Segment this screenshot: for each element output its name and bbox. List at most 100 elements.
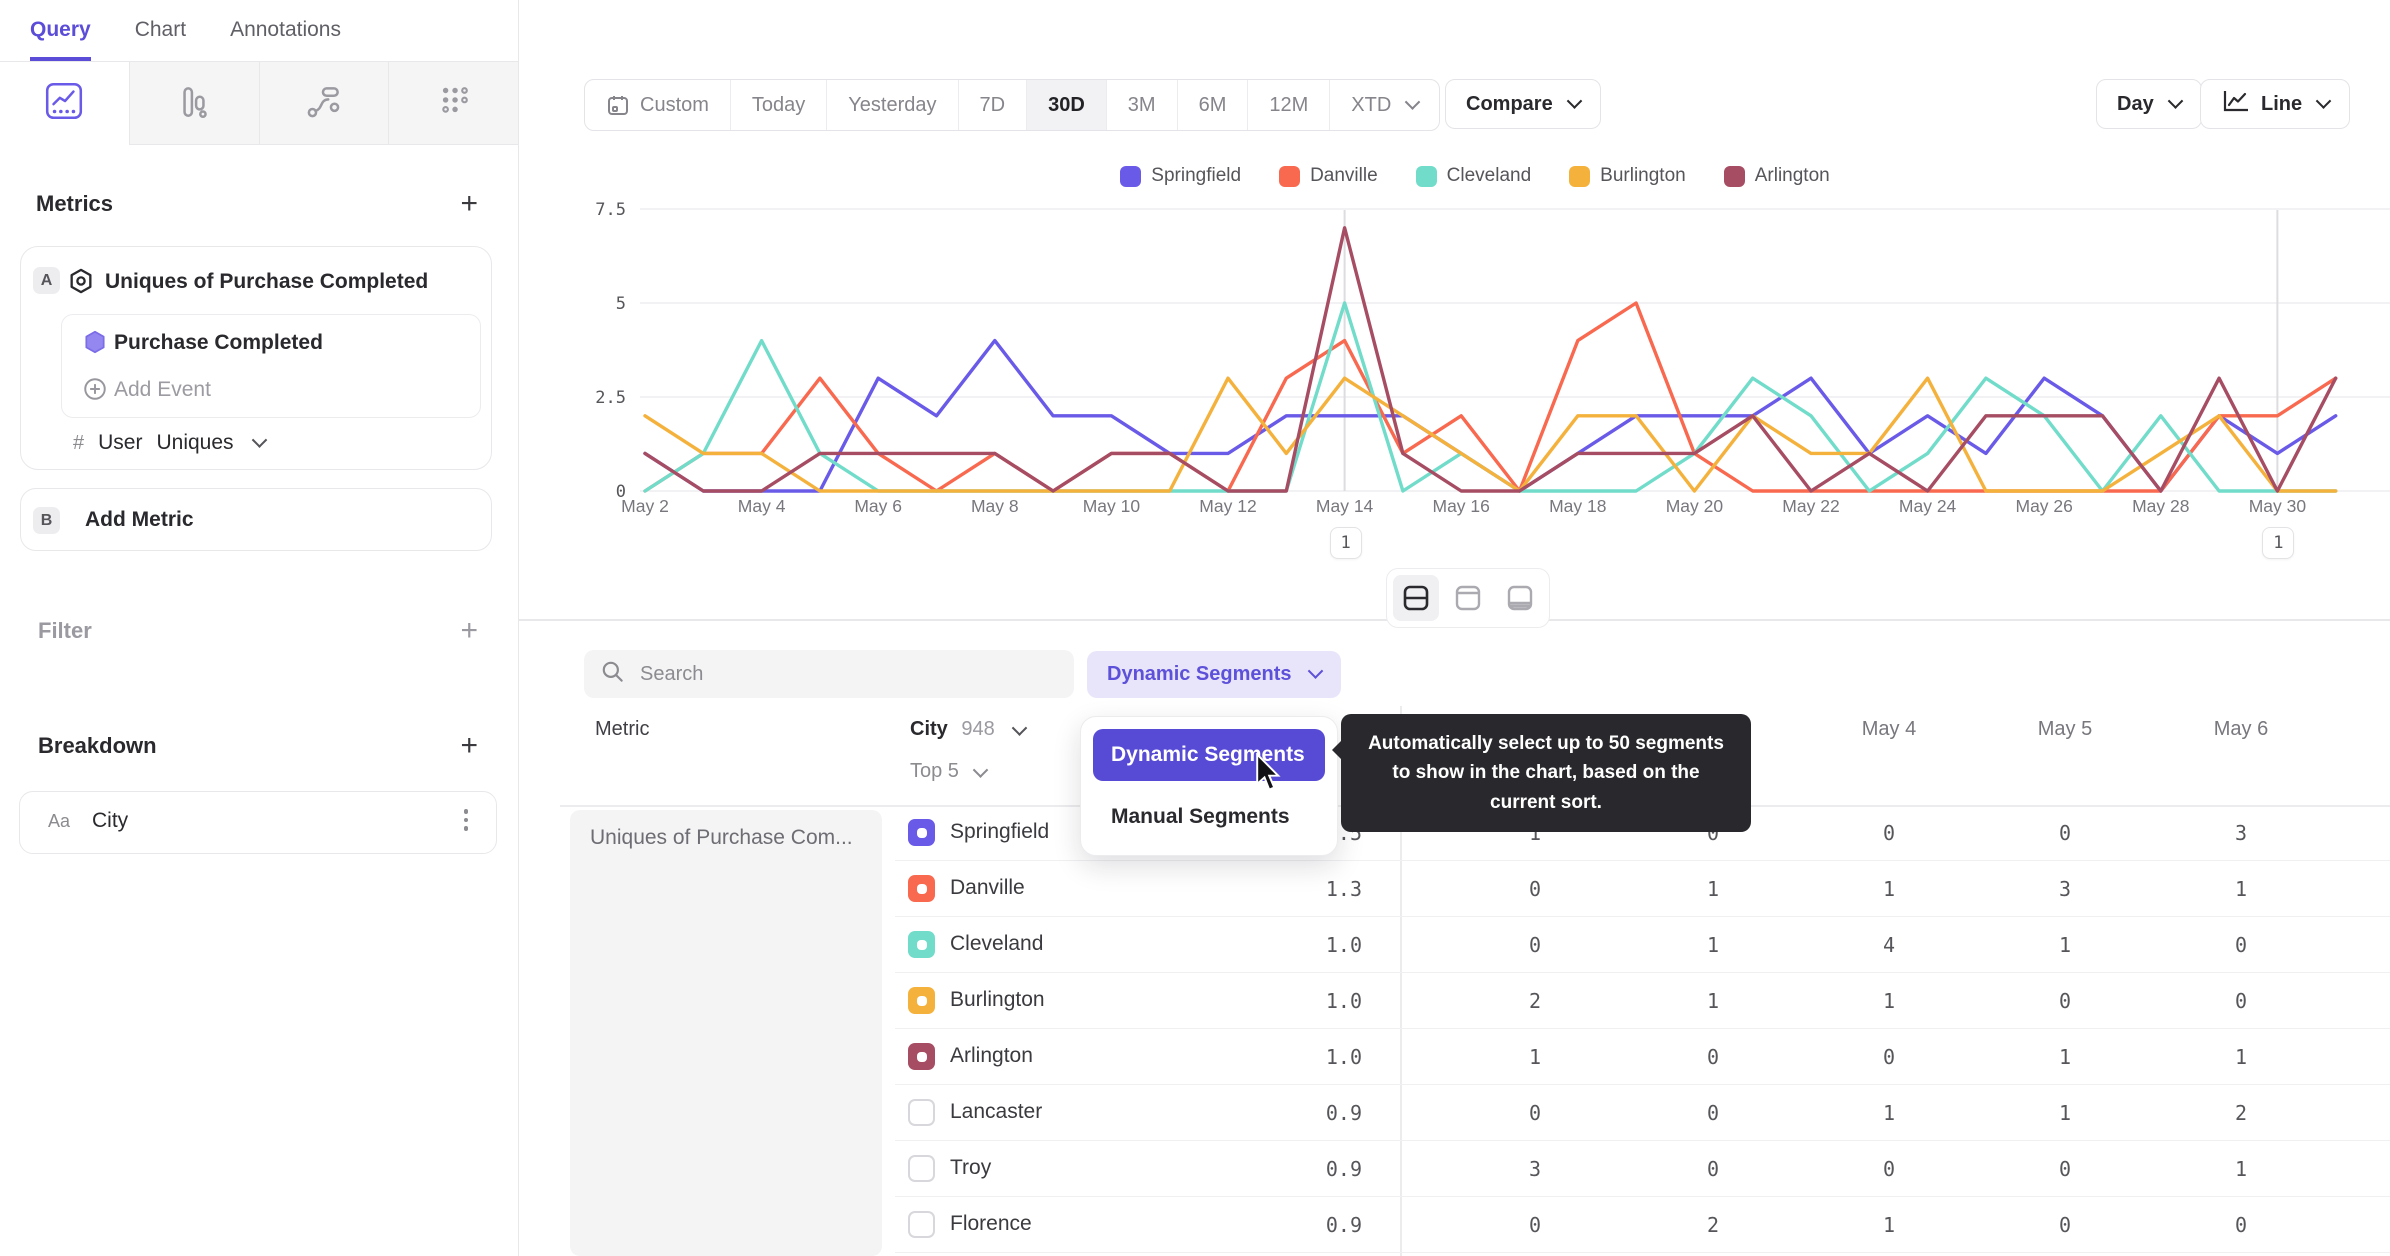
compare-label: Compare [1466,92,1553,115]
segment-label[interactable]: Arlington [950,1044,1033,1068]
breakdown-item-city[interactable]: Aa City [19,791,497,854]
range-yesterday[interactable]: Yesterday [827,80,959,130]
measure-entity[interactable]: User [98,431,142,455]
segment-day-value: 1 [1706,933,1720,957]
segment-checkbox[interactable] [908,1211,935,1238]
segment-day-value: 3 [1528,1157,1542,1181]
segment-day-value: 1 [2058,1101,2072,1125]
add-event-button[interactable]: Add Event [114,378,211,402]
segment-checkbox[interactable] [908,987,935,1014]
dropdown-option-dynamic-segments[interactable]: Dynamic Segments [1093,729,1325,781]
sidebar-tabs: Query Chart Annotations [0,0,518,62]
segment-label[interactable]: Lancaster [950,1100,1042,1124]
top-n-selector[interactable]: Top 5 [910,760,988,783]
segment-checkbox[interactable] [908,875,935,902]
range-30d[interactable]: 30D [1027,80,1107,130]
segment-label[interactable]: Troy [950,1156,991,1180]
add-metric-plus-button[interactable]: + [460,189,478,219]
segment-checkbox[interactable] [908,1043,935,1070]
segment-day-value: 0 [1882,1157,1896,1181]
mouse-cursor [1250,752,1284,800]
segment-checkbox[interactable] [908,1155,935,1182]
annotation-badge[interactable]: 1 [2262,527,2295,559]
segment-day-value: 1 [1882,1213,1896,1237]
line-chart[interactable]: 02.557.5May 2 May 4 May 6 May 8 May 10 May 12… [560,140,2390,610]
event-card[interactable]: Purchase Completed Add Event [61,314,481,418]
group-column-header[interactable]: City 948 [910,718,1028,741]
add-filter-button[interactable]: + [460,616,478,646]
segment-label[interactable]: Springfield [950,820,1049,844]
date-range-control: Custom Today Yesterday 7D 30D 3M 6M 12M XTD [584,79,1441,131]
layout-table-bottom-button[interactable] [1497,575,1543,621]
tooltip-arrow-icon [1332,740,1342,760]
range-3m[interactable]: 3M [1107,80,1178,130]
query-sidebar: Query Chart Annotations Metrics + A Uniq… [0,0,519,1256]
event-name[interactable]: Purchase Completed [114,331,323,355]
range-12m[interactable]: 12M [1248,80,1331,130]
breakdown-header-row: Breakdown + [38,726,478,766]
range-xtd[interactable]: XTD [1330,80,1439,130]
chart-type-line-button[interactable] [0,62,129,145]
line-chart-icon [43,80,85,127]
chart-style-button[interactable]: Line [2200,79,2351,129]
segment-day-value: 0 [1528,1213,1542,1237]
segment-label[interactable]: Burlington [950,988,1045,1012]
segment-day-value: 1 [2058,933,2072,957]
segment-average: 1.0 [1325,933,1362,957]
chevron-down-icon [2315,92,2332,109]
layout-split-horizontal-button[interactable] [1393,575,1439,621]
dot-grid-icon [433,80,475,127]
compare-button[interactable]: Compare [1445,79,1601,129]
segment-day-value: 0 [1706,1045,1720,1069]
table-row-troy: Troy 0.9 3 0 0 0 1 [560,1141,2390,1197]
range-today[interactable]: Today [731,80,828,130]
breakdown-property-label: City [92,809,129,832]
layout-toggle-group [1386,568,1550,628]
granularity-button[interactable]: Day [2096,79,2202,129]
segment-day-value: 1 [1706,989,1720,1013]
tooltip-text: Automatically select up to 50 segments t… [1368,733,1724,813]
chart-type-bar-button[interactable] [128,62,259,145]
metric-card[interactable]: A Uniques of Purchase Completed Purchase… [20,246,492,470]
segment-day-value: 1 [2058,1045,2072,1069]
segment-day-value: 0 [1706,1157,1720,1181]
annotation-badge[interactable]: 1 [1329,527,1362,559]
hexagon-target-icon [67,267,95,300]
segment-day-value: 1 [2234,1157,2248,1181]
svg-text:May 16: May 16 [1433,496,1490,516]
dropdown-option-manual-segments[interactable]: Manual Segments [1093,791,1325,843]
tab-query[interactable]: Query [30,0,91,61]
search-icon [600,659,626,690]
add-breakdown-button[interactable]: + [460,731,478,761]
segment-label[interactable]: Cleveland [950,932,1043,956]
add-metric-card[interactable]: B Add Metric [20,488,492,551]
range-6m[interactable]: 6M [1178,80,1249,130]
app-window: Query Chart Annotations Metrics + A Uniq… [0,0,2390,1256]
table-row-arlington: Arlington 1.0 1 0 0 1 1 [560,1029,2390,1085]
chart-type-stream-button[interactable] [258,62,389,145]
segments-mode-button[interactable]: Dynamic Segments [1087,651,1341,698]
segment-checkbox[interactable] [908,819,935,846]
range-custom[interactable]: Custom [585,80,731,130]
tab-chart[interactable]: Chart [135,0,186,61]
search-input[interactable] [638,661,1058,687]
breakdown-title: Breakdown [38,733,157,758]
kebab-menu-icon[interactable] [463,809,468,831]
segment-label[interactable]: Florence [950,1212,1032,1236]
add-metric-label: Add Metric [85,508,194,531]
segment-label[interactable]: Danville [950,876,1025,900]
svg-text:2.5: 2.5 [595,388,626,408]
segment-checkbox[interactable] [908,1099,935,1126]
segment-day-value: 0 [1706,1101,1720,1125]
segment-average: 0.9 [1325,1213,1362,1237]
day-column-header: May 5 [2037,718,2093,740]
layout-chart-only-button[interactable] [1445,575,1491,621]
chart-type-retention-button[interactable] [388,62,518,145]
segment-checkbox[interactable] [908,931,935,958]
measure-row[interactable]: # User Uniques [73,431,267,455]
segment-day-value: 0 [2058,1213,2072,1237]
range-7d[interactable]: 7D [959,80,1028,130]
measure-type[interactable]: Uniques [156,431,233,455]
stream-chart-icon [303,80,345,127]
tab-annotations[interactable]: Annotations [230,0,341,61]
